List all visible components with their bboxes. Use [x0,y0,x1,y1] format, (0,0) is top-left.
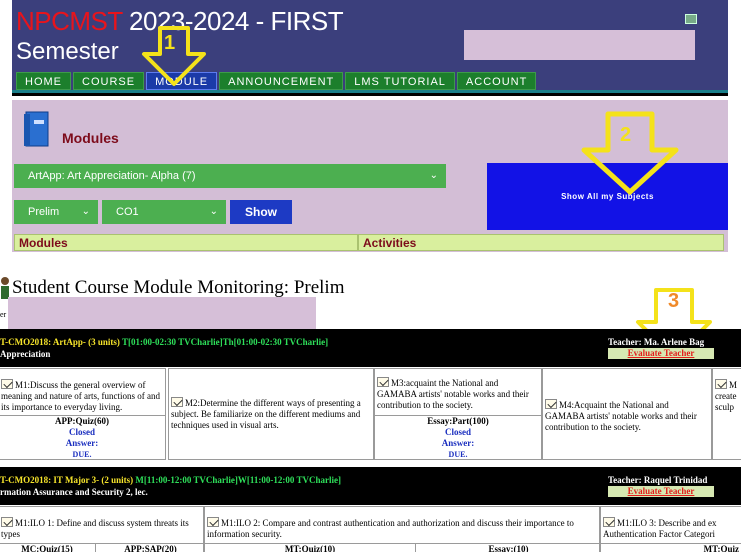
activity-name[interactable]: APP:SAP(20) [95,543,205,552]
monitoring-title: Student Course Module Monitoring: Prelim [12,277,345,298]
term-select[interactable]: Prelim ⌄ [14,200,98,224]
module-card[interactable]: M1:ILO 3: Describe and ex Authentication… [600,506,741,552]
main-nav: HOME COURSE MODULE ANNOUNCEMENT LMS TUTO… [16,72,538,90]
activity-name[interactable]: MC:Quiz(15) [0,543,95,552]
note-icon [207,517,219,527]
modules-column-header: Modules [14,234,358,251]
semester-label: Semester [16,38,119,65]
module-cards-it-major-3: M1:ILO 1: Define and discuss system thre… [0,506,741,552]
course-schedule: M[11:00-12:00 TVCharlie]W[11:00-12:00 TV… [135,475,341,485]
course-schedule: T[01:00-02:30 TVCharlie]Th[01:00-02:30 T… [122,337,329,347]
module-card[interactable]: M1:Discuss the general overview of meani… [0,368,166,460]
module-description: M1:ILO 3: Describe and ex Authentication… [603,518,717,539]
annotation-arrow-2 [581,111,679,195]
nav-announcement[interactable]: ANNOUNCEMENT [219,72,344,90]
module-description: M1:Discuss the general overview of meani… [1,380,160,412]
module-cards-artapp: M1:Discuss the general overview of meani… [0,368,741,460]
note-icon [171,397,183,407]
activities-column-header: Activities [358,234,724,251]
subject-select[interactable]: ArtApp: Art Appreciation- Alpha (7) ⌄ [14,164,446,188]
activity-name[interactable]: MT:Quiz(10) [205,543,415,552]
module-card[interactable]: M4:Acquaint the National and GAMABA arti… [542,368,712,460]
brand-name: NPCMST [16,6,123,36]
co-select[interactable]: CO1 ⌄ [102,200,226,224]
evaluate-teacher-link[interactable]: Evaluate Teacher [608,348,714,359]
nav-course[interactable]: COURSE [73,72,145,90]
course-code-text: T-CMO2018: IT Major 3- (2 units) [0,475,136,485]
note-icon [603,517,615,527]
activity-name[interactable]: MT:Quiz [601,543,741,552]
term-select-value: Prelim [28,206,60,218]
nav-home[interactable]: HOME [16,72,71,90]
answer-value: DUE. [72,450,92,459]
module-description: M3:acquaint the National and GAMABA arti… [377,378,529,410]
module-description: M1:ILO 2: Compare and contrast authentic… [207,518,574,539]
modules-title: Modules [62,130,119,146]
site-header: NPCMST 2023-2024 - FIRST Semester HOME C… [12,0,728,96]
activity-name[interactable]: Essay:Part(100) [375,416,541,427]
chevron-down-icon: ⌄ [209,206,218,217]
course-code: T-CMO2018: IT Major 3- (2 units) M[11:00… [0,475,341,485]
answer-label: Answer: [441,438,475,448]
page-root: NPCMST 2023-2024 - FIRST Semester HOME C… [0,0,741,552]
module-description: M2:Determine the different ways of prese… [171,398,361,430]
book-icon [24,111,49,147]
activity-state: Closed [444,427,471,437]
activity-name[interactable]: APP:Quiz(60) [0,416,165,427]
show-button[interactable]: Show [230,200,292,224]
course-header-it-major-3: T-CMO2018: IT Major 3- (2 units) M[11:00… [0,467,741,505]
annotation-number-2: 2 [620,124,632,146]
course-header-artapp: T-CMO2018: ArtApp- (3 units) T[01:00-02:… [0,329,741,367]
note-icon [1,517,13,527]
course-name: rmation Assurance and Security 2, lec. [0,487,148,497]
course-name: Appreciation [0,349,51,359]
nav-underline [12,90,728,93]
course-code-text: T-CMO2018: ArtApp- (3 units) [0,337,123,347]
note-icon [545,399,557,409]
module-card[interactable]: M2:Determine the different ways of prese… [168,368,374,460]
course-teacher: Teacher: Ma. Arlene Bag [608,337,705,347]
activity-name[interactable]: Essay:(10) [415,543,601,552]
module-card[interactable]: M1:ILO 1: Define and discuss system thre… [0,506,205,552]
activity-state: Closed [68,427,95,437]
nav-lms-tutorial[interactable]: LMS TUTORIAL [345,72,455,90]
note-icon [715,379,727,389]
answer-label: Answer: [65,438,99,448]
window-icon[interactable] [685,14,697,24]
module-card[interactable]: M1:ILO 2: Compare and contrast authentic… [204,506,601,552]
annotation-number-3: 3 [668,290,680,312]
subject-select-value: ArtApp: Art Appreciation- Alpha (7) [28,170,196,182]
co-select-value: CO1 [116,206,139,218]
activity-status: APP:Quiz(60) Closed Answer: DUE. [0,415,165,460]
activity-status: Essay:Part(100) Closed Answer: DUE. [375,415,541,460]
note-icon [377,377,389,387]
module-card[interactable]: M create sculp [712,368,741,460]
nav-account[interactable]: ACCOUNT [456,72,537,90]
course-code: T-CMO2018: ArtApp- (3 units) T[01:00-02:… [0,337,328,347]
note-icon [1,379,13,389]
answer-value: DUE. [448,450,468,459]
chevron-down-icon: ⌄ [81,206,90,217]
course-teacher: Teacher: Raquel Trinidad [608,475,708,485]
evaluate-teacher-link[interactable]: Evaluate Teacher [608,486,714,497]
chevron-down-icon: ⌄ [429,170,438,181]
student-label-fragment: er [0,310,7,319]
module-description: M4:Acquaint the National and GAMABA arti… [545,400,697,432]
student-info-box [8,297,316,329]
annotation-number-1: 1 [164,32,176,54]
module-description: M1:ILO 1: Define and discuss system thre… [1,518,189,539]
module-card[interactable]: M3:acquaint the National and GAMABA arti… [374,368,542,460]
user-info-box [464,30,695,60]
